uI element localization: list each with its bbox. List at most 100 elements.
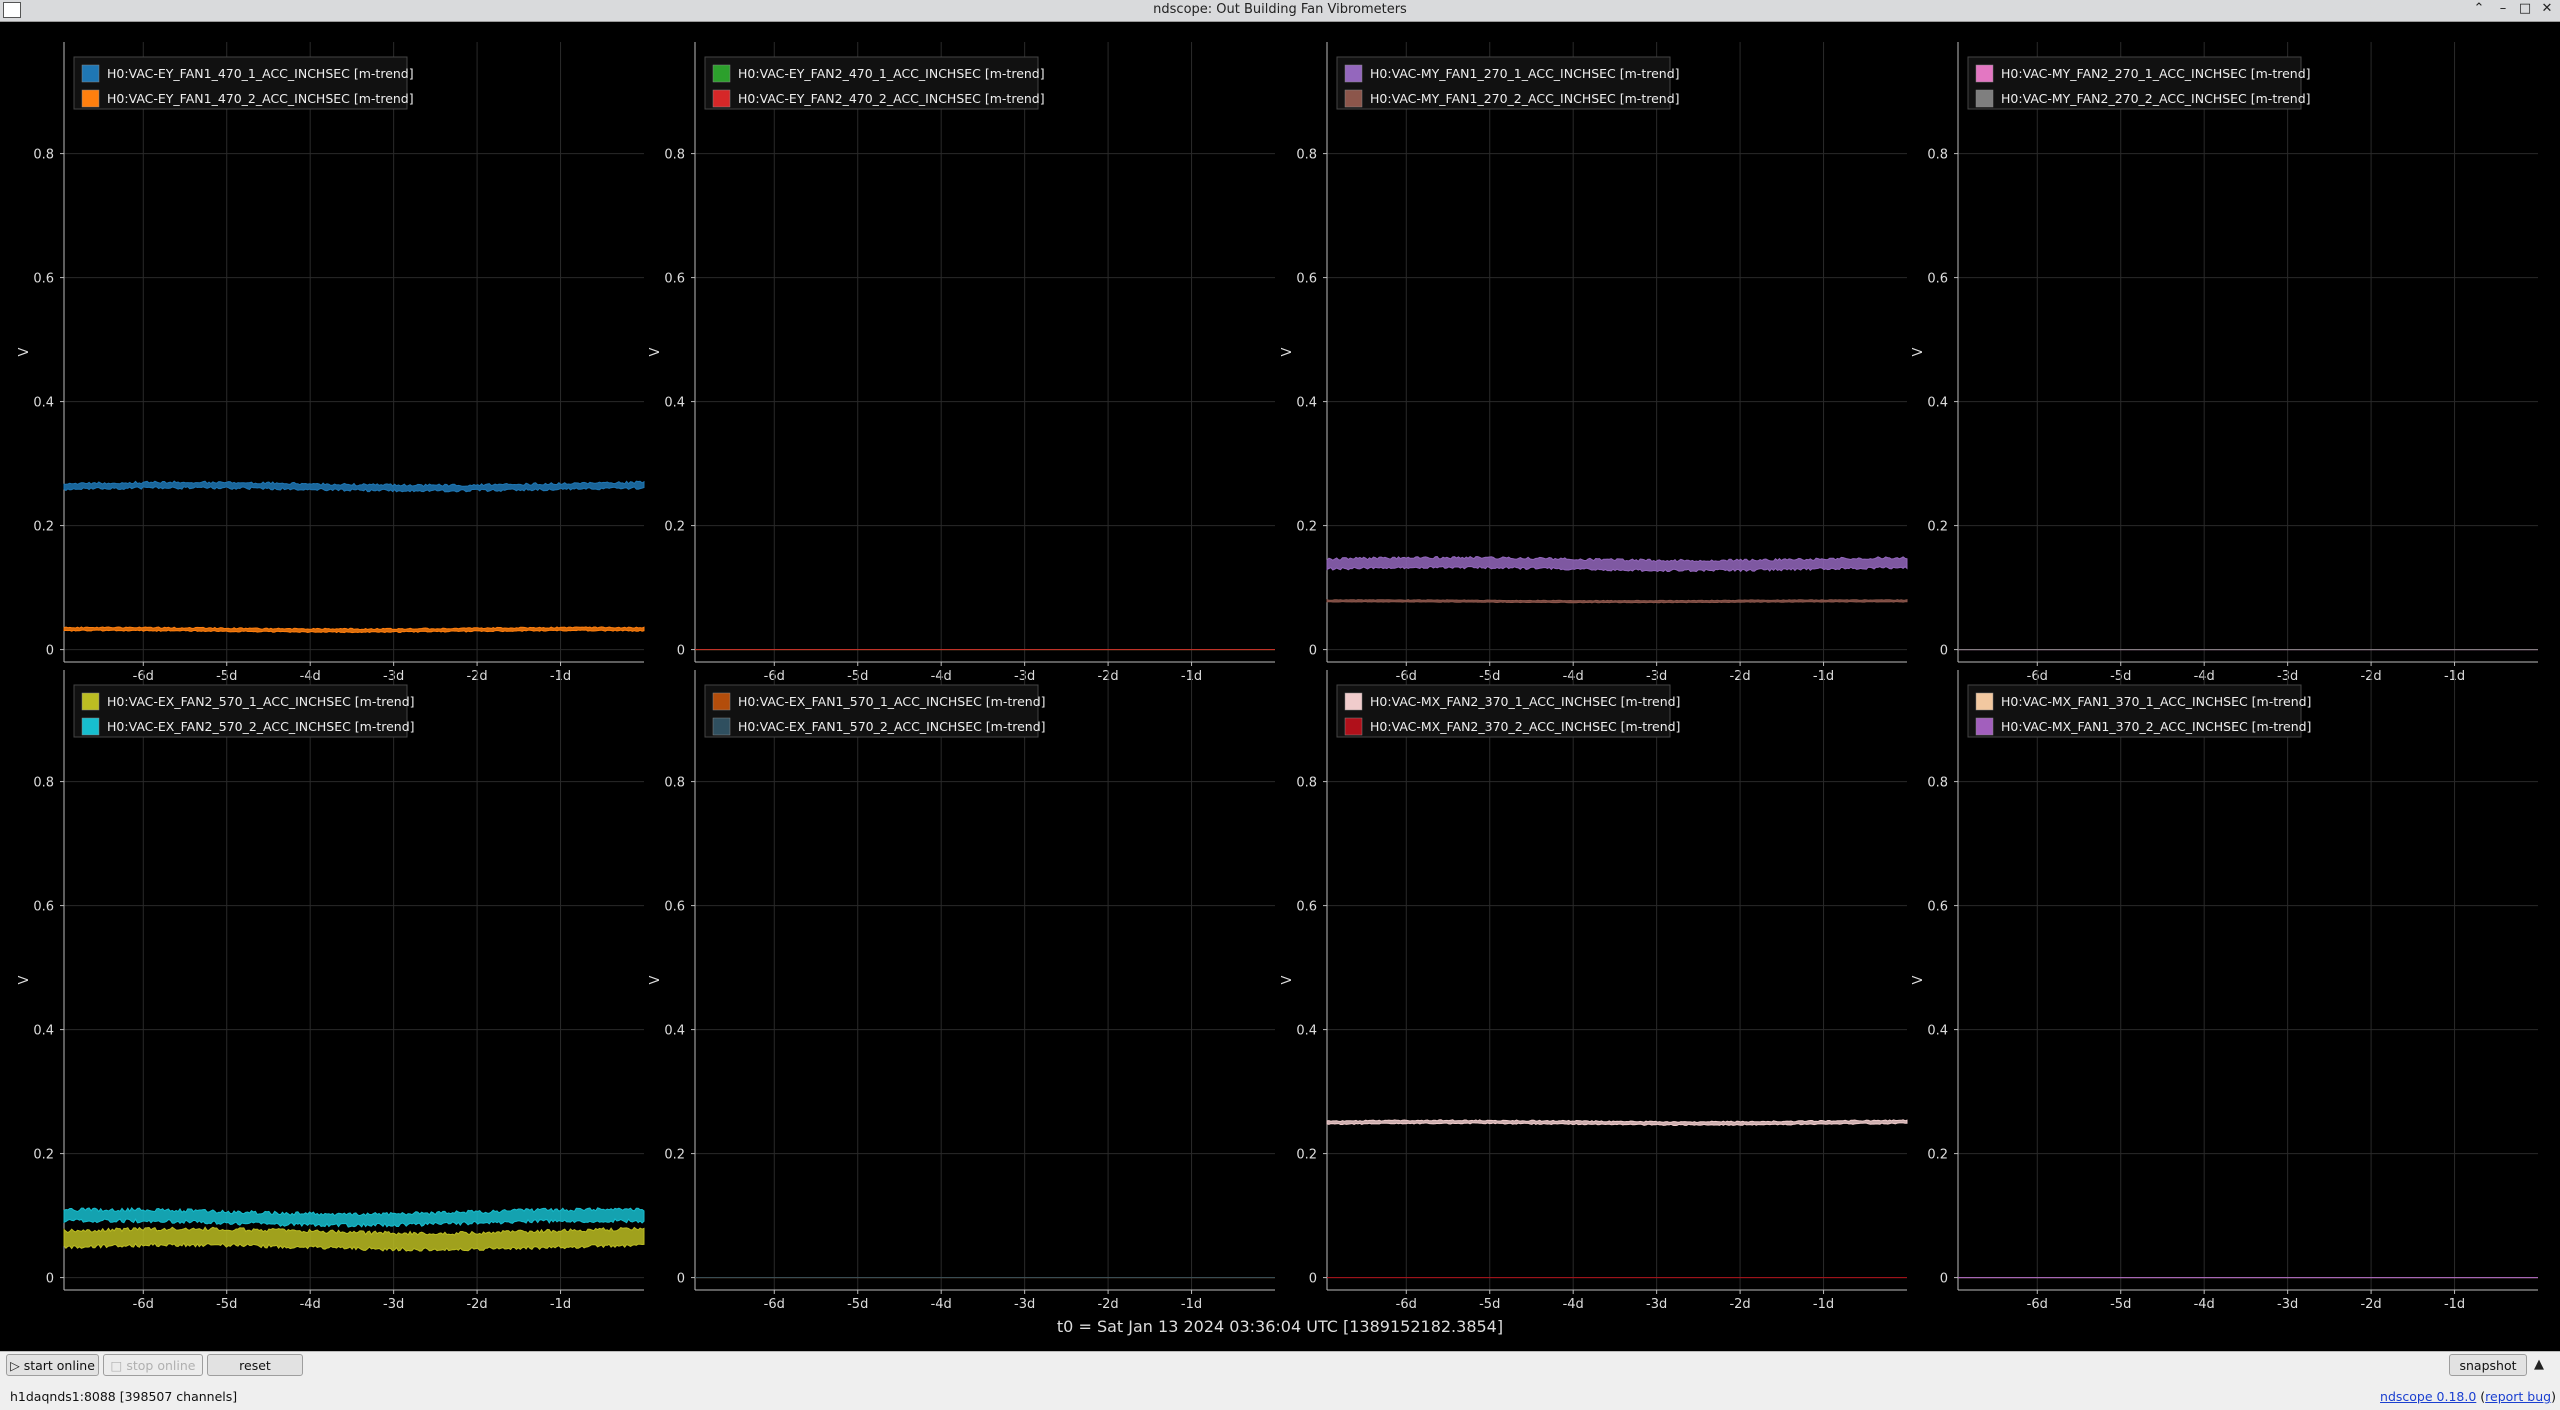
y-tick-label: 0.6 xyxy=(1927,272,1948,287)
y-tick-label: 0 xyxy=(1940,644,1948,659)
legend-entry: H0:VAC-MY_FAN1_270_2_ACC_INCHSEC [m-tren… xyxy=(1370,91,1680,106)
legend-entry: H0:VAC-EY_FAN1_470_2_ACC_INCHSEC [m-tren… xyxy=(107,91,414,106)
keep-above-icon[interactable]: ⌃ xyxy=(2470,1,2488,16)
legend-entry: H0:VAC-EY_FAN2_470_2_ACC_INCHSEC [m-tren… xyxy=(738,91,1045,106)
y-tick-label: 0.4 xyxy=(33,396,54,411)
legend-entry: H0:VAC-MY_FAN2_270_2_ACC_INCHSEC [m-tren… xyxy=(2001,91,2311,106)
legend-swatch xyxy=(81,64,100,83)
y-tick-label: 0.8 xyxy=(1927,148,1948,163)
legend-entry: H0:VAC-EX_FAN1_570_1_ACC_INCHSEC [m-tren… xyxy=(738,694,1046,709)
reset-label: reset xyxy=(239,1358,271,1373)
y-tick-label: 0 xyxy=(677,644,685,659)
y-tick-label: 0.6 xyxy=(1296,900,1317,915)
y-tick-label: 0.4 xyxy=(664,1024,685,1039)
y-axis-label: V xyxy=(1911,347,1926,356)
legend-swatch xyxy=(1344,89,1363,108)
version-link[interactable]: ndscope 0.18.0 xyxy=(2380,1389,2476,1404)
legend-swatch xyxy=(1975,692,1994,711)
legend: H0:VAC-MX_FAN1_370_1_ACC_INCHSEC [m-tren… xyxy=(1967,684,2311,738)
legend-swatch xyxy=(712,692,731,711)
y-tick-label: 0 xyxy=(1940,1272,1948,1287)
y-tick-label: 0.4 xyxy=(1927,1024,1948,1039)
y-tick-label: 0.6 xyxy=(1296,272,1317,287)
x-tick-label: -2d xyxy=(2360,1297,2381,1312)
plot-panel[interactable]: 00.20.40.60.8-6d -5d -4d -3d -2d -1dVH0:VAC-M… xyxy=(1911,670,2538,1312)
x-tick-label: -6d xyxy=(764,1297,785,1312)
paren-open: ( xyxy=(2476,1389,2486,1404)
snapshot-label: snapshot xyxy=(2459,1358,2517,1373)
start-online-button[interactable]: ▷ start online xyxy=(6,1354,99,1376)
stop-online-label: stop online xyxy=(126,1358,196,1373)
y-tick-label: 0 xyxy=(46,644,54,659)
legend: H0:VAC-EX_FAN2_570_1_ACC_INCHSEC [m-tren… xyxy=(73,684,415,738)
legend-entry: H0:VAC-MY_FAN2_270_1_ACC_INCHSEC [m-tren… xyxy=(2001,66,2311,81)
y-tick-label: 0.4 xyxy=(664,396,685,411)
close-icon[interactable]: ✕ xyxy=(2538,1,2556,16)
minimize-icon[interactable]: – xyxy=(2494,1,2512,16)
legend: H0:VAC-EY_FAN1_470_1_ACC_INCHSEC [m-tren… xyxy=(73,56,414,110)
plot-panel[interactable]: 00.20.40.60.8-6d -5d -4d -3d -2d -1dVH0:VAC-M… xyxy=(1280,670,1908,1312)
series-trace xyxy=(1326,599,1908,604)
series-trace xyxy=(1326,1119,1908,1127)
x-tick-label: -3d xyxy=(1646,1297,1667,1312)
legend-swatch xyxy=(1344,64,1363,83)
plot-panel[interactable]: 00.20.40.60.8-6d -5d -4d -3d -2d -1dVH0:VAC-E… xyxy=(17,42,645,684)
x-tick-label: -1d xyxy=(2444,1297,2465,1312)
reset-button[interactable]: reset xyxy=(207,1354,303,1376)
plot-panel[interactable]: 00.20.40.60.8-6d -5d -4d -3d -2d -1dVH0:VAC-E… xyxy=(17,670,645,1312)
legend-entry: H0:VAC-MX_FAN2_370_1_ACC_INCHSEC [m-tren… xyxy=(1370,694,1680,709)
y-axis-label: V xyxy=(17,347,32,356)
legend-entry: H0:VAC-EX_FAN2_570_2_ACC_INCHSEC [m-tren… xyxy=(107,719,415,734)
x-tick-label: -6d xyxy=(2027,1297,2048,1312)
x-tick-label: -2d xyxy=(466,1297,487,1312)
snapshot-button[interactable]: snapshot xyxy=(2449,1354,2527,1376)
legend-entry: H0:VAC-EX_FAN2_570_1_ACC_INCHSEC [m-tren… xyxy=(107,694,415,709)
legend-entry: H0:VAC-MX_FAN1_370_1_ACC_INCHSEC [m-tren… xyxy=(2001,694,2311,709)
legend: H0:VAC-MX_FAN2_370_1_ACC_INCHSEC [m-tren… xyxy=(1336,684,1680,738)
y-tick-label: 0.6 xyxy=(1927,900,1948,915)
series-trace xyxy=(63,626,645,634)
legend-entry: H0:VAC-EX_FAN1_570_2_ACC_INCHSEC [m-tren… xyxy=(738,719,1046,734)
x-tick-label: -1d xyxy=(1181,1297,1202,1312)
x-tick-label: -4d xyxy=(1563,1297,1584,1312)
legend-swatch xyxy=(1344,692,1363,711)
y-tick-label: 0.6 xyxy=(33,272,54,287)
y-tick-label: 0.8 xyxy=(664,776,685,791)
legend: H0:VAC-MY_FAN2_270_1_ACC_INCHSEC [m-tren… xyxy=(1967,56,2311,110)
x-tick-label: -6d xyxy=(133,1297,154,1312)
legend-swatch xyxy=(712,64,731,83)
y-tick-label: 0.8 xyxy=(1296,148,1317,163)
x-tick-label: -4d xyxy=(931,1297,952,1312)
y-axis-label: V xyxy=(648,975,663,984)
t0-label: t0 = Sat Jan 13 2024 03:36:04 UTC [13891… xyxy=(1056,1317,1504,1336)
plot-panel[interactable]: 00.20.40.60.8-6d -5d -4d -3d -2d -1dVH0:VAC-E… xyxy=(648,42,1275,684)
legend-entry: H0:VAC-MY_FAN1_270_1_ACC_INCHSEC [m-tren… xyxy=(1370,66,1680,81)
plot-panel[interactable]: 00.20.40.60.8-6d -5d -4d -3d -2d -1dVH0:VAC-E… xyxy=(648,670,1275,1312)
report-bug-link[interactable]: report bug xyxy=(2485,1389,2551,1404)
x-tick-label: -3d xyxy=(2277,1297,2298,1312)
stop-icon: □ xyxy=(110,1358,123,1373)
y-tick-label: 0 xyxy=(1309,1272,1317,1287)
expand-arrow-icon[interactable]: ▲ xyxy=(2534,1357,2544,1372)
y-tick-label: 0.2 xyxy=(1927,1148,1948,1163)
x-tick-label: -5d xyxy=(1479,1297,1500,1312)
y-tick-label: 0.2 xyxy=(1296,1148,1317,1163)
legend-swatch xyxy=(81,717,100,736)
y-tick-label: 0.4 xyxy=(1927,396,1948,411)
y-axis-label: V xyxy=(1911,975,1926,984)
stop-online-button: □ stop online xyxy=(103,1354,203,1376)
y-axis-label: V xyxy=(648,347,663,356)
series-trace xyxy=(1326,555,1908,573)
y-tick-label: 0.2 xyxy=(33,1148,54,1163)
legend: H0:VAC-EX_FAN1_570_1_ACC_INCHSEC [m-tren… xyxy=(704,684,1046,738)
series-trace xyxy=(63,1207,645,1228)
legend-entry: H0:VAC-EY_FAN1_470_1_ACC_INCHSEC [m-tren… xyxy=(107,66,414,81)
x-tick-label: -5d xyxy=(2110,1297,2131,1312)
x-tick-label: -5d xyxy=(216,1297,237,1312)
x-tick-label: -3d xyxy=(383,1297,404,1312)
plot-panel[interactable]: 00.20.40.60.8-6d -5d -4d -3d -2d -1dVH0:VAC-M… xyxy=(1280,42,1908,684)
y-tick-label: 0.2 xyxy=(664,1148,685,1163)
maximize-icon[interactable]: □ xyxy=(2516,1,2534,16)
plot-panel[interactable]: 00.20.40.60.8-6d -5d -4d -3d -2d -1dVH0:VAC-M… xyxy=(1911,42,2538,684)
y-tick-label: 0.2 xyxy=(33,520,54,535)
